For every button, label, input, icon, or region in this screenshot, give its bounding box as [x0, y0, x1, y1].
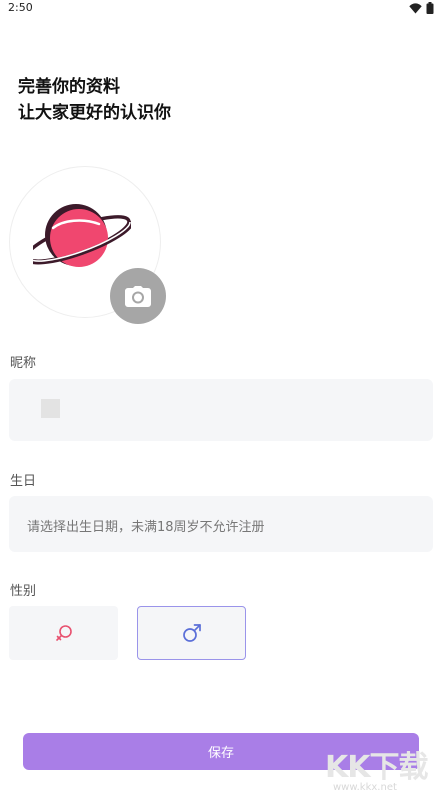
watermark-url: www.kkx.net [333, 782, 397, 793]
nickname-placeholder-box [41, 399, 60, 418]
avatar-upload-button[interactable] [110, 268, 166, 324]
status-bar: 2:50 [0, 0, 442, 16]
wifi-icon [409, 2, 422, 13]
female-icon [55, 625, 72, 641]
watermark: KK下载 www.kkx.net [325, 742, 441, 797]
nickname-input[interactable] [9, 379, 433, 441]
battery-icon [426, 2, 434, 14]
title-line-2: 让大家更好的认识你 [18, 103, 171, 123]
title-line-1: 完善你的资料 [18, 77, 120, 97]
watermark-logo: KK下载 [325, 750, 428, 785]
planet-illustration [33, 204, 131, 267]
male-icon [182, 624, 201, 642]
profile-setup-screen: 2:50 完善你的资料 让大家更好的认识你 昵称 生日 请选择出生日期，未满18… [0, 0, 442, 797]
nickname-label: 昵称 [10, 356, 37, 371]
birthday-placeholder: 请选择出生日期，未满18周岁不允许注册 [27, 520, 265, 535]
gender-male-option[interactable] [137, 606, 246, 660]
camera-icon [125, 285, 151, 307]
birthday-label: 生日 [10, 474, 37, 489]
birthday-picker[interactable]: 请选择出生日期，未满18周岁不允许注册 [9, 496, 433, 552]
gender-female-option[interactable] [9, 606, 118, 660]
status-icons [409, 2, 434, 14]
status-time: 2:50 [8, 1, 33, 14]
page-title: 完善你的资料 让大家更好的认识你 [18, 74, 171, 126]
gender-label: 性别 [10, 584, 37, 599]
